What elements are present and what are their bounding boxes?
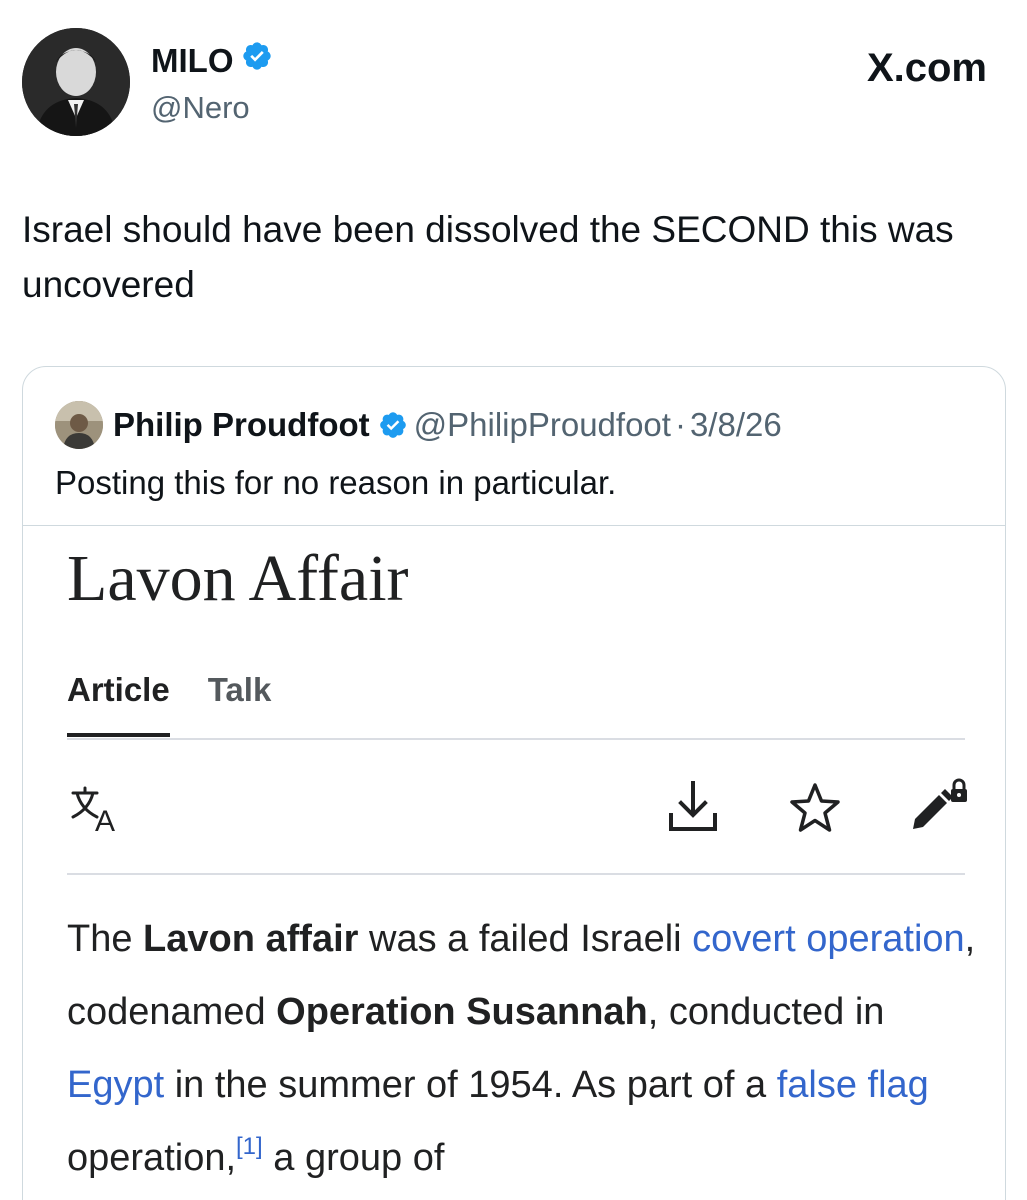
quoted-tweet-card[interactable]: Philip Proudfoot @PhilipProudfoot · 3/8/…	[22, 366, 1006, 1200]
wiki-article-paragraph: The Lavon affair was a failed Israeli co…	[67, 903, 977, 1195]
wiki-page-title: Lavon Affair	[67, 542, 409, 615]
body-text: operation,	[67, 1137, 237, 1179]
body-text: was a failed Israeli	[358, 918, 693, 960]
quoted-verified-badge-icon	[378, 410, 408, 440]
svg-text:A: A	[95, 805, 115, 835]
body-text: in the summer of 1954. As part of a	[164, 1064, 777, 1106]
link-covert-operation[interactable]: covert operation	[692, 918, 965, 960]
wiki-tabs: Article Talk	[67, 667, 272, 737]
link-egypt[interactable]: Egypt	[67, 1064, 164, 1106]
link-false-flag[interactable]: false flag	[777, 1064, 929, 1106]
tab-article[interactable]: Article	[67, 667, 170, 737]
reference-link-1[interactable]: [1]	[236, 1133, 263, 1160]
quoted-tweet-text: Posting this for no reason in particular…	[55, 464, 617, 501]
author-handle[interactable]: @Nero	[151, 88, 250, 128]
site-label: X.com	[867, 44, 987, 92]
body-text: a group of	[262, 1137, 445, 1179]
quoted-author-avatar[interactable]	[55, 401, 103, 449]
verified-badge-icon	[241, 40, 273, 81]
site-label-text: X.com	[866, 46, 987, 90]
quoted-author-name[interactable]: Philip Proudfoot	[113, 403, 370, 447]
body-text: The	[67, 918, 144, 960]
download-icon[interactable]	[665, 777, 721, 837]
body-bold-operation-susannah: Operation Susannah	[276, 991, 648, 1033]
quoted-media-divider	[23, 525, 1005, 526]
quoted-author-handle[interactable]: @PhilipProudfoot	[414, 403, 671, 447]
toolbar-divider	[67, 873, 965, 875]
author-name-row[interactable]: MILO	[151, 40, 273, 81]
author-name[interactable]: MILO	[151, 41, 233, 81]
body-text: , conducted in	[647, 991, 885, 1033]
tweet-text: Israel should have been dissolved the SE…	[22, 209, 954, 305]
tabs-divider	[67, 738, 965, 740]
edit-lock-icon[interactable]	[907, 777, 971, 837]
tab-talk[interactable]: Talk	[208, 667, 272, 713]
quoted-tweet-header: Philip Proudfoot @PhilipProudfoot · 3/8/…	[113, 403, 782, 447]
author-avatar[interactable]	[22, 28, 130, 136]
quoted-separator: ·	[674, 406, 686, 443]
translate-icon[interactable]: A	[67, 785, 127, 838]
body-bold-lavon-affair: Lavon affair	[143, 918, 359, 960]
quoted-tweet-date[interactable]: 3/8/26	[690, 403, 782, 447]
star-icon[interactable]	[787, 781, 843, 835]
